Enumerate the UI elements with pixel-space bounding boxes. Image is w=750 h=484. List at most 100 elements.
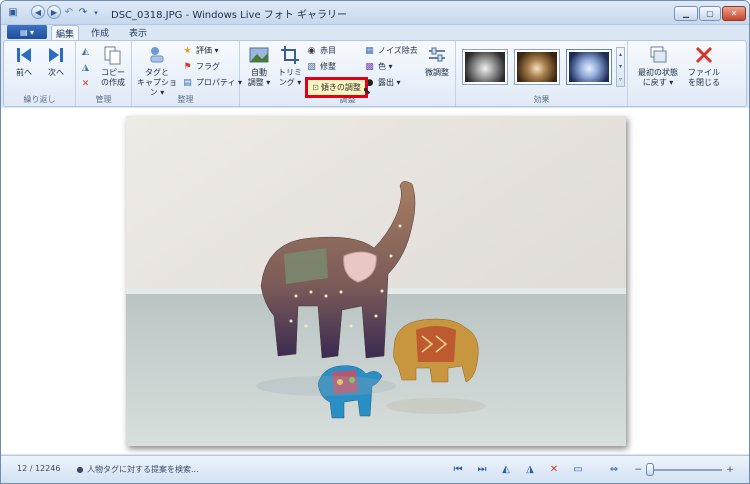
app-menu-icon[interactable]: ▣: [5, 5, 21, 20]
effect-sepia[interactable]: [514, 49, 560, 85]
rating-label: 評価 ▾: [196, 46, 219, 55]
prev-label: 前へ: [16, 68, 32, 77]
noise-label: ノイズ除去: [378, 46, 418, 55]
retouch-button[interactable]: ▧ 修整: [306, 60, 336, 73]
fit-to-window-icon[interactable]: ⇔: [607, 463, 621, 476]
effects-scroll[interactable]: ▴ ▾ ▿: [616, 47, 625, 87]
status-prev-icon[interactable]: ⏮: [451, 463, 465, 476]
redeye-button[interactable]: ◉ 赤目: [306, 44, 336, 57]
auto-adjust-label-2: 調整 ▾: [247, 78, 271, 87]
flag-button[interactable]: ⚑ フラグ: [182, 60, 220, 73]
close-file-button[interactable]: ファイル を閉じる: [686, 44, 722, 88]
rotate-left-icon: ◭: [82, 46, 89, 57]
color-button[interactable]: ▩ 色 ▾: [364, 60, 392, 73]
close-window-button[interactable]: ✕: [722, 6, 746, 21]
revert-icon: [647, 44, 669, 66]
tag-label-1: タグと: [145, 68, 169, 77]
group-manage: ◭ ◮ ✕ コピー の作成 管理: [76, 41, 132, 106]
auto-adjust-label-1: 自動: [251, 68, 267, 77]
group-organize: タグと キャプション ▾ ★ 評価 ▾ ⚑ フラグ ▤ プロパティ ▾ 整理: [132, 41, 242, 106]
mouse-cursor-icon: ⬉: [362, 86, 371, 97]
minimize-button[interactable]: ▁: [674, 6, 698, 21]
scroll-down-icon[interactable]: ▾: [619, 63, 622, 70]
zoom-out-icon[interactable]: −: [631, 463, 645, 476]
photo-viewer: [1, 108, 749, 454]
window-title: DSC_0318.JPG - Windows Live フォト ギャラリー: [111, 10, 347, 21]
straighten-label: 傾きの調整: [320, 83, 361, 92]
quick-access-dropdown-icon[interactable]: ▾: [91, 5, 101, 20]
group-navigation: 前へ 次へ 繰り返し: [4, 41, 76, 106]
prev-button[interactable]: 前へ: [10, 44, 38, 78]
properties-button[interactable]: ▤ プロパティ ▾: [182, 76, 242, 89]
tab-create[interactable]: 作成: [85, 25, 115, 40]
noise-reduction-button[interactable]: ▦ ノイズ除去: [364, 44, 418, 57]
exposure-label: 露出 ▾: [378, 78, 401, 87]
retouch-icon: ▧: [307, 61, 316, 72]
application-button[interactable]: ▤ ▾: [7, 25, 47, 39]
group-manage-label: 管理: [95, 95, 112, 104]
close-file-label-2: を閉じる: [688, 78, 720, 87]
zoom-in-icon[interactable]: +: [723, 463, 737, 476]
people-tag-suggestion[interactable]: 人物タグに対する提案を検索...: [87, 464, 199, 475]
straighten-button[interactable]: ⊡ 傾きの調整 ⬉: [305, 77, 371, 98]
auto-adjust-button[interactable]: 自動 調整 ▾: [242, 44, 276, 88]
trim-label-2: ング ▾: [278, 78, 302, 87]
slideshow-icon[interactable]: ▭: [571, 463, 585, 476]
trim-label-1: トリミ: [278, 68, 302, 77]
group-effects-label: 効果: [533, 95, 550, 104]
group-effects: ▴ ▾ ▿ 効果: [456, 41, 628, 106]
forward-icon[interactable]: ▶: [47, 5, 61, 19]
status-next-icon[interactable]: ⏭: [475, 463, 489, 476]
rotate-right-button[interactable]: ◮: [80, 61, 94, 74]
redeye-label: 赤目: [320, 46, 336, 55]
close-file-label-1: ファイル: [688, 68, 720, 77]
copy-label-1: コピー: [101, 68, 125, 77]
maximize-button[interactable]: ▢: [699, 6, 721, 21]
redo-icon[interactable]: ↷: [77, 5, 89, 20]
rotate-right-icon: ◮: [82, 62, 89, 73]
flag-icon: ⚑: [183, 61, 192, 72]
revert-label-1: 最初の状態: [638, 68, 678, 77]
expand-gallery-icon[interactable]: ▿: [619, 76, 622, 83]
photo-counter: 12 / 12246: [17, 464, 61, 473]
effect-cyan[interactable]: [566, 49, 612, 85]
zoom-slider-handle[interactable]: [646, 463, 654, 476]
group-navigation-label: 繰り返し: [23, 95, 56, 104]
crop-icon: [279, 44, 301, 66]
delete-icon: ✕: [81, 78, 90, 89]
next-label: 次へ: [48, 68, 64, 77]
close-icon: [693, 44, 715, 66]
title-bar: ▣ ◀ ▶ ↶ ↷ ▾ DSC_0318.JPG - Windows Live …: [1, 1, 749, 25]
straighten-icon: ⊡: [312, 83, 319, 92]
ribbon: 前へ 次へ 繰り返し ◭ ◮ ✕ コピー の作成 管理 タグと キャプション ▾…: [3, 40, 747, 107]
effect-bw[interactable]: [462, 49, 508, 85]
revert-label-2: に戻す ▾: [642, 78, 674, 87]
ribbon-tab-row: ▤ ▾ 編集 作成 表示: [1, 25, 749, 40]
copy-button[interactable]: コピー の作成: [96, 44, 130, 88]
eye-icon: ◉: [307, 45, 316, 56]
slider-icon: [426, 44, 448, 66]
group-organize-label: 整理: [177, 95, 194, 104]
rating-button[interactable]: ★ 評価 ▾: [182, 44, 219, 57]
back-icon[interactable]: ◀: [31, 5, 45, 19]
next-button[interactable]: 次へ: [42, 44, 70, 78]
status-rotate-left-icon[interactable]: ◭: [499, 463, 513, 476]
trim-button[interactable]: トリミ ング ▾: [276, 44, 304, 88]
revert-button[interactable]: 最初の状態 に戻す ▾: [632, 44, 684, 88]
undo-icon[interactable]: ↶: [63, 5, 75, 20]
copy-label-2: の作成: [101, 78, 125, 87]
tab-edit[interactable]: 編集: [51, 25, 79, 40]
rotate-left-button[interactable]: ◭: [80, 45, 94, 58]
fine-tune-button[interactable]: 微調整: [420, 44, 454, 78]
people-tag-icon: ●: [76, 465, 84, 474]
status-delete-icon[interactable]: ✕: [547, 463, 561, 476]
delete-button[interactable]: ✕: [80, 77, 94, 90]
tag-caption-button[interactable]: タグと キャプション ▾: [134, 44, 180, 98]
scroll-up-icon[interactable]: ▴: [619, 51, 622, 58]
tab-view[interactable]: 表示: [123, 25, 153, 40]
zoom-slider[interactable]: [652, 469, 722, 471]
flag-label: フラグ: [196, 62, 220, 71]
fine-tune-label: 微調整: [425, 68, 449, 77]
photo[interactable]: [126, 116, 626, 446]
status-rotate-right-icon[interactable]: ◮: [523, 463, 537, 476]
